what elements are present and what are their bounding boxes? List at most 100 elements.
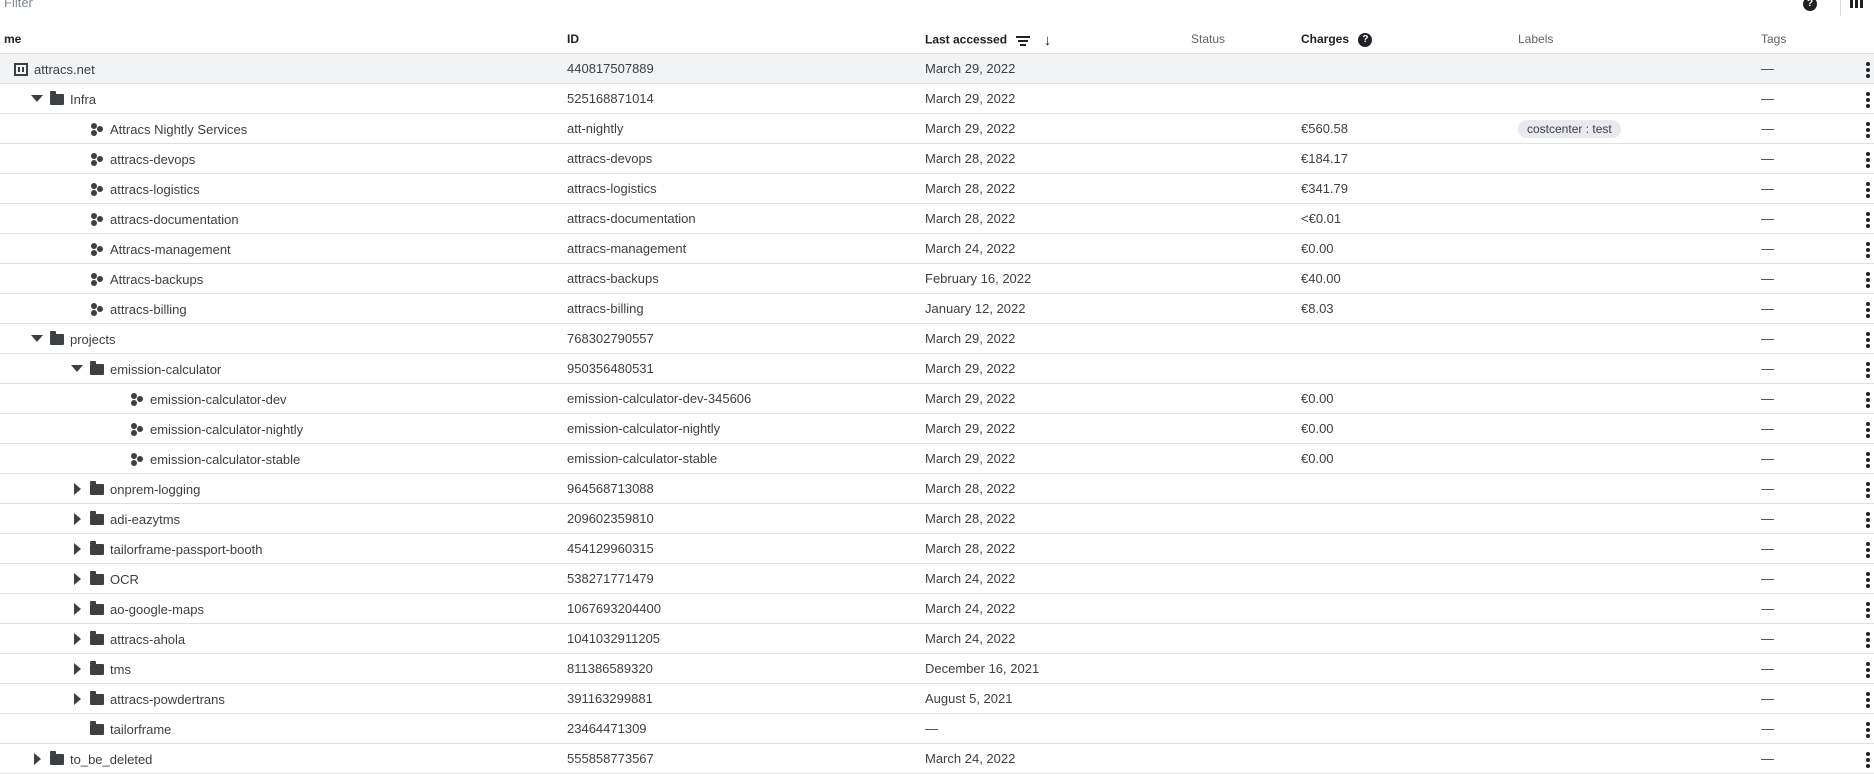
table-row[interactable]: tailorframe-passport-booth 454129960315 Ma…: [0, 534, 1874, 564]
resource-name-link[interactable]: tailorframe: [110, 722, 171, 737]
resource-name-link[interactable]: Attracs Nightly Services: [110, 122, 247, 137]
resource-name-link[interactable]: emission-calculator-dev: [150, 392, 287, 407]
table-row[interactable]: attracs-billing attracs-billing January 12…: [0, 294, 1874, 324]
resource-name-link[interactable]: emission-calculator-stable: [150, 452, 300, 467]
table-row[interactable]: OCR 538271771479 March 24, 2022 —: [0, 564, 1874, 594]
table-row[interactable]: onprem-logging 964568713088 March 28, 2022…: [0, 474, 1874, 504]
table-row[interactable]: attracs-devops attracs-devops March 28, 20…: [0, 144, 1874, 174]
more-actions-icon[interactable]: [1866, 572, 1870, 590]
more-actions-icon[interactable]: [1866, 512, 1870, 530]
expand-icon[interactable]: [70, 662, 84, 676]
table-row[interactable]: attracs-documentation attracs-documentati…: [0, 204, 1874, 234]
resource-name-link[interactable]: onprem-logging: [110, 482, 200, 497]
expand-icon[interactable]: [70, 542, 84, 556]
table-row[interactable]: Attracs Nightly Services att-nightly March…: [0, 114, 1874, 144]
more-actions-icon[interactable]: [1866, 482, 1870, 500]
expand-icon[interactable]: [70, 512, 84, 526]
resource-id: 768302790557: [567, 331, 654, 346]
table-row[interactable]: emission-calculator-dev emission-calculat…: [0, 384, 1874, 414]
resource-name-link[interactable]: attracs-powdertrans: [110, 692, 225, 707]
column-header-name[interactable]: me: [4, 32, 21, 46]
table-row[interactable]: tms 811386589320 December 16, 2021 —: [0, 654, 1874, 684]
resource-name-link[interactable]: OCR: [110, 572, 139, 587]
resource-name-link[interactable]: Attracs-backups: [110, 272, 203, 287]
resource-name-link[interactable]: attracs-ahola: [110, 632, 185, 647]
table-row[interactable]: Attracs-backups attracs-backups February 1…: [0, 264, 1874, 294]
column-header-id[interactable]: ID: [567, 32, 579, 46]
more-actions-icon[interactable]: [1866, 602, 1870, 620]
expand-icon[interactable]: [70, 692, 84, 706]
label-chip[interactable]: costcenter : test: [1518, 120, 1621, 138]
resource-name-link[interactable]: attracs-logistics: [110, 182, 200, 197]
column-header-tags[interactable]: Tags: [1761, 32, 1786, 46]
resource-name-link[interactable]: tailorframe-passport-booth: [110, 542, 262, 557]
filter-input[interactable]: Filter: [4, 0, 33, 10]
resource-name-link[interactable]: attracs-billing: [110, 302, 187, 317]
more-actions-icon[interactable]: [1866, 392, 1870, 410]
resource-name-link[interactable]: to_be_deleted: [70, 752, 152, 767]
resource-name-link[interactable]: attracs-documentation: [110, 212, 239, 227]
table-row[interactable]: to_be_deleted 555858773567 March 24, 2022 —: [0, 744, 1874, 774]
table-row[interactable]: ao-google-maps 1067693204400 March 24, 202…: [0, 594, 1874, 624]
more-actions-icon[interactable]: [1866, 152, 1870, 170]
column-header-status[interactable]: Status: [1191, 32, 1225, 46]
more-actions-icon[interactable]: [1866, 722, 1870, 740]
more-actions-icon[interactable]: [1866, 272, 1870, 290]
more-actions-icon[interactable]: [1866, 662, 1870, 680]
resource-name-link[interactable]: tms: [110, 662, 131, 677]
table-row[interactable]: tailorframe 23464471309 — —: [0, 714, 1874, 744]
table-row[interactable]: emission-calculator 950356480531 March 29,…: [0, 354, 1874, 384]
expand-icon[interactable]: [30, 752, 44, 766]
more-actions-icon[interactable]: [1866, 242, 1870, 260]
table-row[interactable]: attracs-ahola 1041032911205 March 24, 2022…: [0, 624, 1874, 654]
more-actions-icon[interactable]: [1866, 122, 1870, 140]
column-header-last-accessed[interactable]: Last accessed ↓: [925, 32, 1051, 49]
sort-descending-icon[interactable]: ↓: [1044, 32, 1052, 49]
resource-name-link[interactable]: emission-calculator-nightly: [150, 422, 303, 437]
column-display-options-icon[interactable]: [1850, 0, 1863, 8]
collapse-icon[interactable]: [30, 332, 44, 346]
resource-name-link[interactable]: Attracs-management: [110, 242, 231, 257]
table-row[interactable]: projects 768302790557 March 29, 2022 —: [0, 324, 1874, 354]
column-header-charges[interactable]: Charges ?: [1301, 32, 1373, 47]
resource-name-link[interactable]: emission-calculator: [110, 362, 221, 377]
resource-name-link[interactable]: ao-google-maps: [110, 602, 204, 617]
more-actions-icon[interactable]: [1866, 92, 1870, 110]
column-header-labels[interactable]: Labels: [1518, 32, 1553, 46]
more-actions-icon[interactable]: [1866, 452, 1870, 470]
table-row[interactable]: emission-calculator-stable emission-calcu…: [0, 444, 1874, 474]
more-actions-icon[interactable]: [1866, 752, 1870, 770]
resource-name-link[interactable]: projects: [70, 332, 116, 347]
resource-name-link[interactable]: attracs.net: [34, 62, 95, 77]
more-actions-icon[interactable]: [1866, 182, 1870, 200]
table-row[interactable]: attracs-powdertrans 391163299881 August 5,…: [0, 684, 1874, 714]
collapse-icon[interactable]: [30, 92, 44, 106]
expand-icon[interactable]: [70, 632, 84, 646]
collapse-icon[interactable]: [0, 62, 8, 76]
more-actions-icon[interactable]: [1866, 62, 1870, 80]
table-row[interactable]: adi-eazytms 209602359810 March 28, 2022 —: [0, 504, 1874, 534]
more-actions-icon[interactable]: [1866, 362, 1870, 380]
resource-name-link[interactable]: attracs-devops: [110, 152, 195, 167]
more-actions-icon[interactable]: [1866, 212, 1870, 230]
table-row[interactable]: emission-calculator-nightly emission-calc…: [0, 414, 1874, 444]
expand-icon[interactable]: [70, 482, 84, 496]
more-actions-icon[interactable]: [1866, 332, 1870, 350]
collapse-icon[interactable]: [70, 362, 84, 376]
more-actions-icon[interactable]: [1866, 542, 1870, 560]
resource-name-link[interactable]: adi-eazytms: [110, 512, 180, 527]
more-actions-icon[interactable]: [1866, 422, 1870, 440]
help-icon[interactable]: ?: [1358, 32, 1373, 47]
help-icon[interactable]: ?: [1803, 0, 1817, 11]
expand-icon[interactable]: [70, 572, 84, 586]
table-row[interactable]: attracs-logistics attracs-logistics March …: [0, 174, 1874, 204]
more-actions-icon[interactable]: [1866, 632, 1870, 650]
table-row[interactable]: Attracs-management attracs-management Marc…: [0, 234, 1874, 264]
filter-lines-icon[interactable]: [1016, 35, 1031, 46]
table-row[interactable]: Infra 525168871014 March 29, 2022 —: [0, 84, 1874, 114]
expand-icon[interactable]: [70, 602, 84, 616]
resource-name-link[interactable]: Infra: [70, 92, 96, 107]
more-actions-icon[interactable]: [1866, 302, 1870, 320]
table-row[interactable]: attracs.net 440817507889 March 29, 2022 —: [0, 54, 1874, 84]
more-actions-icon[interactable]: [1866, 692, 1870, 710]
